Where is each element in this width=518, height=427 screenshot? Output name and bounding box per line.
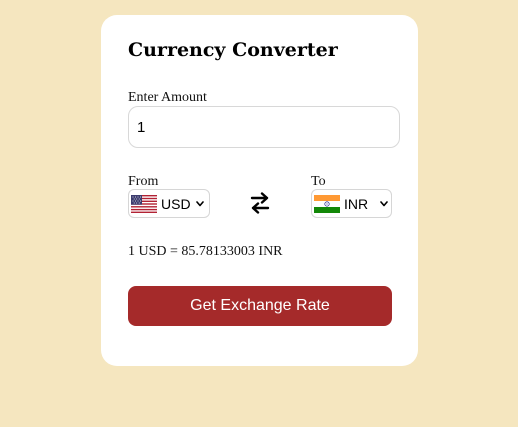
india-flag-icon xyxy=(314,194,340,213)
to-currency-code: INR xyxy=(344,195,369,212)
chevron-down-icon xyxy=(380,200,388,206)
to-label: To xyxy=(311,174,326,189)
swap-arrows-icon[interactable] xyxy=(249,191,271,215)
exchange-result: 1 USD = 85.78133003 INR xyxy=(128,244,283,259)
us-flag-icon xyxy=(131,194,157,213)
get-exchange-rate-button[interactable]: Get Exchange Rate xyxy=(128,286,392,326)
to-currency-select[interactable]: INR xyxy=(311,189,392,218)
amount-input[interactable] xyxy=(128,106,400,148)
amount-label: Enter Amount xyxy=(128,90,207,105)
from-currency-code: USD xyxy=(161,195,191,212)
converter-card: Currency Converter Enter Amount From USD xyxy=(101,15,418,366)
chevron-down-icon xyxy=(195,200,204,206)
from-label: From xyxy=(128,174,159,189)
app-title: Currency Converter xyxy=(128,39,338,61)
from-currency-select[interactable]: USD xyxy=(128,189,210,218)
